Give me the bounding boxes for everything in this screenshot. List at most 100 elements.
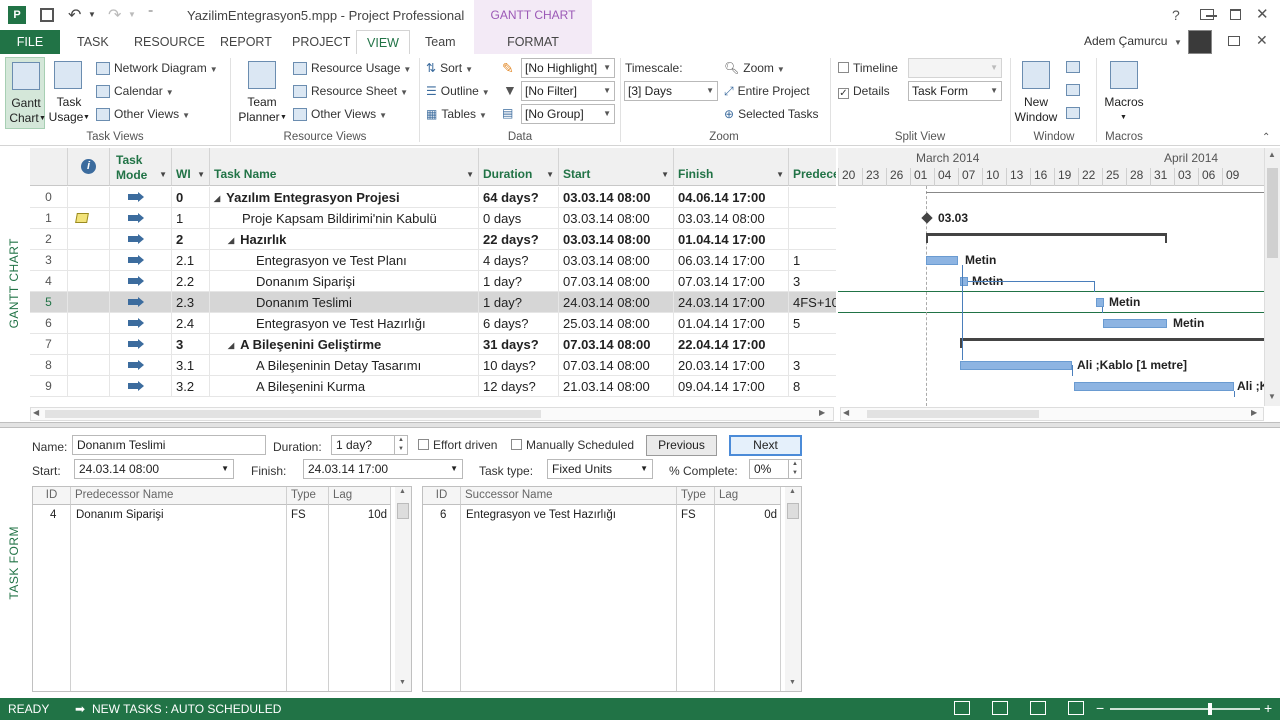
info-cell[interactable] <box>68 187 110 208</box>
tab-resource[interactable]: RESOURCE <box>134 34 205 54</box>
task-mode-cell[interactable] <box>110 355 172 376</box>
selected-tasks-button[interactable]: ⊕ Selected Tasks <box>724 104 819 124</box>
info-cell[interactable] <box>68 313 110 334</box>
pred-cell[interactable] <box>789 334 836 355</box>
gantt-chart-button[interactable]: Gantt Chart ▼ <box>5 57 46 129</box>
task-mode-cell[interactable] <box>110 376 172 397</box>
tab-file[interactable]: FILE <box>0 30 60 54</box>
zoom-out-icon[interactable]: − <box>1096 700 1104 716</box>
start-cell[interactable]: 03.03.14 08:00 <box>559 229 674 250</box>
duration-column-header[interactable]: Duration ▼ <box>479 148 559 186</box>
view-team-planner-shortcut-icon[interactable] <box>1030 701 1046 715</box>
undo-icon[interactable]: ↶ <box>68 5 81 25</box>
pred-table-scrollbar[interactable]: ▲ ▼ <box>395 487 411 691</box>
pred-cell[interactable]: 3 <box>789 355 836 376</box>
pred-cell[interactable]: 5 <box>789 313 836 334</box>
succ-row-name[interactable]: Entegrasyon ve Test Hazırlığı <box>463 506 616 524</box>
collapse-triangle-icon[interactable]: ◢ <box>228 341 234 350</box>
maximize-icon[interactable] <box>1230 9 1241 20</box>
start-cell[interactable]: 07.03.14 08:00 <box>559 355 674 376</box>
start-cell[interactable]: 24.03.14 08:00 <box>559 292 674 313</box>
finish-cell[interactable]: 01.04.14 17:00 <box>674 313 789 334</box>
row-number[interactable]: 6 <box>30 313 68 334</box>
summary-bar-hazirlik[interactable] <box>926 233 1167 236</box>
succ-table-scrollbar[interactable]: ▲ ▼ <box>785 487 801 691</box>
details-select[interactable]: Task Form ▼ <box>908 81 1002 101</box>
details-checkbox[interactable]: ✓ Details <box>838 81 890 101</box>
timeline-select[interactable]: ▼ <box>908 58 1002 78</box>
minimize-icon[interactable] <box>1206 15 1217 17</box>
task-mode-cell[interactable] <box>110 313 172 334</box>
row-number[interactable]: 2 <box>30 229 68 250</box>
info-cell[interactable] <box>68 292 110 313</box>
finish-cell[interactable]: 24.03.14 17:00 <box>674 292 789 313</box>
task-bar-6[interactable] <box>1103 319 1167 328</box>
duration-cell[interactable]: 1 day? <box>479 292 559 313</box>
pred-row-name[interactable]: Donanım Siparişi <box>73 506 164 524</box>
start-cell[interactable]: 25.03.14 08:00 <box>559 313 674 334</box>
task-name-cell[interactable]: Proje Kapsam Bildirimi'nin Kabulü <box>210 208 479 229</box>
row-number[interactable]: 3 <box>30 250 68 271</box>
split-bar[interactable] <box>0 422 1280 428</box>
duration-cell[interactable]: 4 days? <box>479 250 559 271</box>
pred-row-type[interactable]: FS <box>288 506 306 524</box>
timescale-select[interactable]: [3] Days ▼ <box>624 81 718 101</box>
duration-cell[interactable]: 12 days? <box>479 376 559 397</box>
wbs-cell[interactable]: 1 <box>172 208 210 229</box>
finish-cell[interactable]: 09.04.14 17:00 <box>674 376 789 397</box>
finish-cell[interactable]: 06.03.14 17:00 <box>674 250 789 271</box>
timeline-checkbox[interactable]: Timeline <box>838 58 898 78</box>
table-row[interactable]: 3 2.1 Entegrasyon ve Test Planı 4 days? 03.0… <box>30 250 836 271</box>
customize-qat-icon[interactable]: ⁼ <box>148 8 153 19</box>
task-mode-cell[interactable] <box>110 208 172 229</box>
team-planner-button[interactable]: Team Planner ▼ <box>236 57 288 129</box>
task-name-cell[interactable]: A Bileşenini Kurma <box>210 376 479 397</box>
task-mode-cell[interactable] <box>110 292 172 313</box>
wbs-cell[interactable]: 2.3 <box>172 292 210 313</box>
pred-row-id[interactable]: 4 <box>47 506 56 524</box>
finish-cell[interactable]: 22.04.14 17:00 <box>674 334 789 355</box>
redo-dropdown-icon[interactable]: ▼ <box>128 10 136 19</box>
help-icon[interactable]: ? <box>1172 7 1180 23</box>
wbs-cell[interactable]: 3.1 <box>172 355 210 376</box>
tab-task[interactable]: TASK <box>77 34 109 54</box>
collapse-triangle-icon[interactable]: ◢ <box>214 194 220 203</box>
wbs-column-header[interactable]: WI ▼ <box>172 148 210 186</box>
task-type-select[interactable]: Fixed Units ▼ <box>547 459 653 479</box>
wbs-cell[interactable]: 3.2 <box>172 376 210 397</box>
undo-dropdown-icon[interactable]: ▼ <box>88 10 96 19</box>
status-new-tasks[interactable]: NEW TASKS : AUTO SCHEDULED <box>92 702 281 716</box>
row-number[interactable]: 5 <box>30 292 68 313</box>
tab-report[interactable]: REPORT <box>220 34 272 54</box>
info-cell[interactable] <box>68 271 110 292</box>
duration-cell[interactable]: 1 day? <box>479 271 559 292</box>
zoom-slider[interactable] <box>1110 703 1260 715</box>
info-cell[interactable] <box>68 208 110 229</box>
project-summary-bar[interactable] <box>926 192 1264 193</box>
pred-cell[interactable]: 8 <box>789 376 836 397</box>
task-bar-5[interactable] <box>1096 298 1104 307</box>
resource-usage-button[interactable]: Resource Usage ▼ <box>293 58 411 78</box>
table-row[interactable]: 2 2 ◢ Hazırlık 22 days? 03.03.14 08:00 01.04.1… <box>30 229 836 250</box>
info-cell[interactable] <box>68 229 110 250</box>
collapse-triangle-icon[interactable]: ◢ <box>228 236 234 245</box>
note-icon[interactable] <box>75 213 89 223</box>
hide-window-icon[interactable] <box>1066 84 1080 96</box>
pred-cell[interactable]: 1 <box>789 250 836 271</box>
start-cell[interactable]: 07.03.14 08:00 <box>559 271 674 292</box>
task-other-views-button[interactable]: Other Views ▼ <box>96 104 190 124</box>
zoom-in-icon[interactable]: + <box>1264 700 1272 716</box>
filter-select[interactable]: [No Filter] ▼ <box>521 81 615 101</box>
row-number[interactable]: 4 <box>30 271 68 292</box>
resource-sheet-button[interactable]: Resource Sheet ▼ <box>293 81 408 101</box>
start-column-header[interactable]: Start ▼ <box>559 148 674 186</box>
chart-hscroll[interactable]: ◀ ▶ <box>840 407 1264 421</box>
tab-team[interactable]: Team <box>425 34 456 54</box>
finish-cell[interactable]: 20.03.14 17:00 <box>674 355 789 376</box>
pred-cell[interactable]: 4FS+10 <box>789 292 836 313</box>
row-number[interactable]: 7 <box>30 334 68 355</box>
task-name-cell[interactable]: ◢ A Bileşenini Geliştirme <box>210 334 479 355</box>
succ-row-type[interactable]: FS <box>678 506 696 524</box>
task-mode-cell[interactable] <box>110 187 172 208</box>
task-name-cell[interactable]: Donanım Siparişi <box>210 271 479 292</box>
